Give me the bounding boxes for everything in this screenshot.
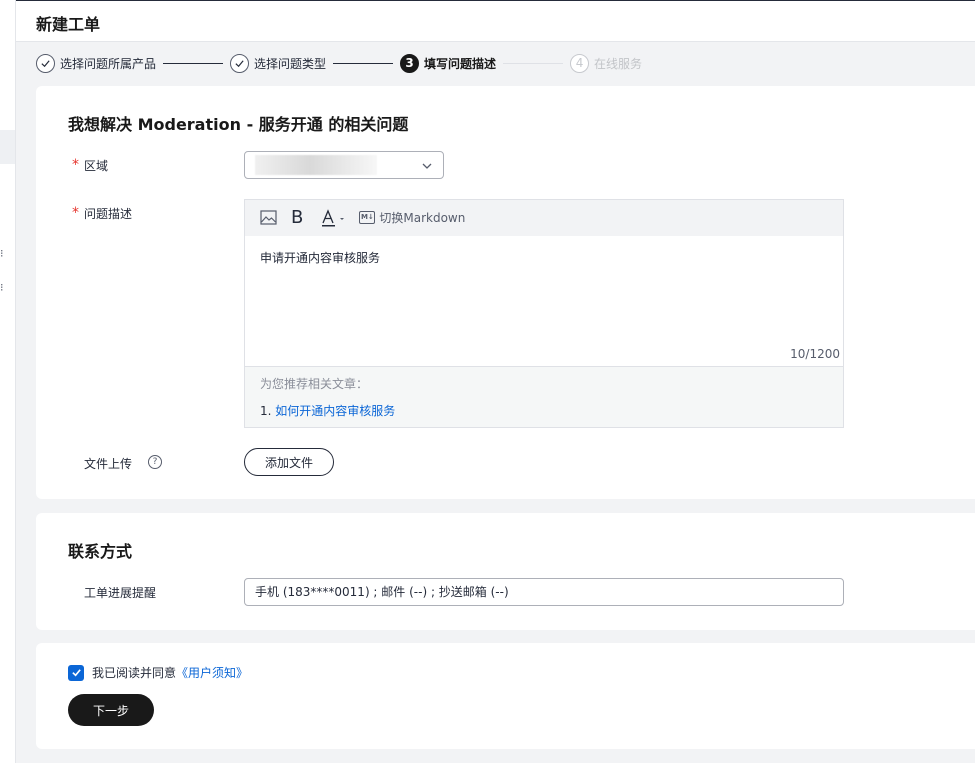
step-number: 4	[570, 53, 590, 73]
reminder-field[interactable]: 手机 (183****0011) ; 邮件 (--) ; 抄送邮箱 (--)	[244, 578, 844, 606]
step-select-type[interactable]: 选择问题类型	[230, 53, 327, 73]
description-label: 问题描述	[84, 207, 133, 221]
left-rail-icon[interactable]: ⁝	[0, 248, 8, 260]
font-color-icon[interactable]	[321, 208, 345, 227]
left-rail-selected-item[interactable]	[0, 130, 15, 164]
agreement-row: 我已阅读并同意 《用户须知》	[68, 664, 248, 681]
stepper: 选择问题所属产品 选择问题类型 3 填写问题描述 4 在线服务	[36, 52, 642, 74]
contact-card: 联系方式 工单进展提醒 手机 (183****0011) ; 邮件 (--) ;…	[36, 513, 975, 630]
step-label: 在线服务	[594, 56, 643, 71]
submit-card: 我已阅读并同意 《用户须知》 下一步	[36, 643, 975, 749]
markdown-icon: M↓	[359, 211, 376, 224]
add-file-button[interactable]: 添加文件	[244, 448, 334, 476]
step-label: 选择问题所属产品	[60, 56, 157, 71]
step-connector	[333, 62, 394, 64]
step-number: 3	[400, 53, 420, 73]
contact-title: 联系方式	[68, 542, 133, 561]
help-icon[interactable]: ?	[148, 455, 162, 469]
description-editor: B M↓ 切换Markdown 申请开通内容审核服务 10/1200 为您推荐相…	[244, 199, 844, 428]
step-connector	[503, 62, 564, 64]
bold-icon[interactable]: B	[291, 207, 303, 228]
user-notice-link[interactable]: 《用户须知》	[176, 664, 248, 681]
markdown-toggle[interactable]: M↓ 切换Markdown	[359, 209, 465, 226]
check-icon	[230, 53, 250, 73]
required-asterisk: *	[72, 205, 79, 221]
recommend-panel: 为您推荐相关文章： 1. 如何开通内容审核服务	[245, 366, 843, 427]
chevron-down-icon	[422, 163, 432, 169]
markdown-toggle-label: 切换Markdown	[379, 211, 466, 225]
problem-card: 我想解决 Moderation - 服务开通 的相关问题 * 区域 * 问题描述…	[36, 86, 975, 499]
left-rail-icon[interactable]: ⁝	[0, 282, 8, 294]
check-icon	[36, 53, 55, 73]
recommend-title: 为您推荐相关文章：	[260, 377, 369, 391]
step-select-product[interactable]: 选择问题所属产品	[36, 53, 157, 73]
region-value-redacted	[255, 155, 377, 175]
agreement-checkbox[interactable]	[68, 664, 84, 681]
step-connector	[163, 62, 224, 64]
region-label: 区域	[84, 159, 109, 173]
step-online-service: 4 在线服务	[570, 53, 643, 73]
required-asterisk: *	[72, 157, 79, 173]
editor-textarea[interactable]: 申请开通内容审核服务	[260, 249, 380, 266]
agreement-text: 我已阅读并同意	[92, 666, 177, 680]
step-label: 选择问题类型	[254, 56, 327, 71]
problem-title: 我想解决 Moderation - 服务开通 的相关问题	[68, 115, 409, 134]
recommend-item: 1. 如何开通内容审核服务	[260, 402, 395, 419]
step-label: 填写问题描述	[424, 56, 497, 71]
image-icon[interactable]	[260, 210, 277, 225]
editor-toolbar: B M↓ 切换Markdown	[245, 200, 843, 236]
region-select[interactable]	[244, 151, 444, 179]
page-header: 新建工单	[16, 0, 975, 42]
next-button[interactable]: 下一步	[68, 694, 154, 726]
recommend-link[interactable]: 如何开通内容审核服务	[275, 404, 395, 418]
recommend-index: 1.	[260, 404, 272, 418]
step-fill-description: 3 填写问题描述	[400, 53, 497, 73]
page-title: 新建工单	[36, 15, 101, 34]
reminder-label: 工单进展提醒	[84, 586, 157, 600]
char-counter: 10/1200	[790, 347, 840, 361]
check-icon	[71, 669, 81, 677]
left-rail: ⁝ ⁝	[0, 0, 16, 763]
upload-label: 文件上传	[84, 457, 133, 471]
